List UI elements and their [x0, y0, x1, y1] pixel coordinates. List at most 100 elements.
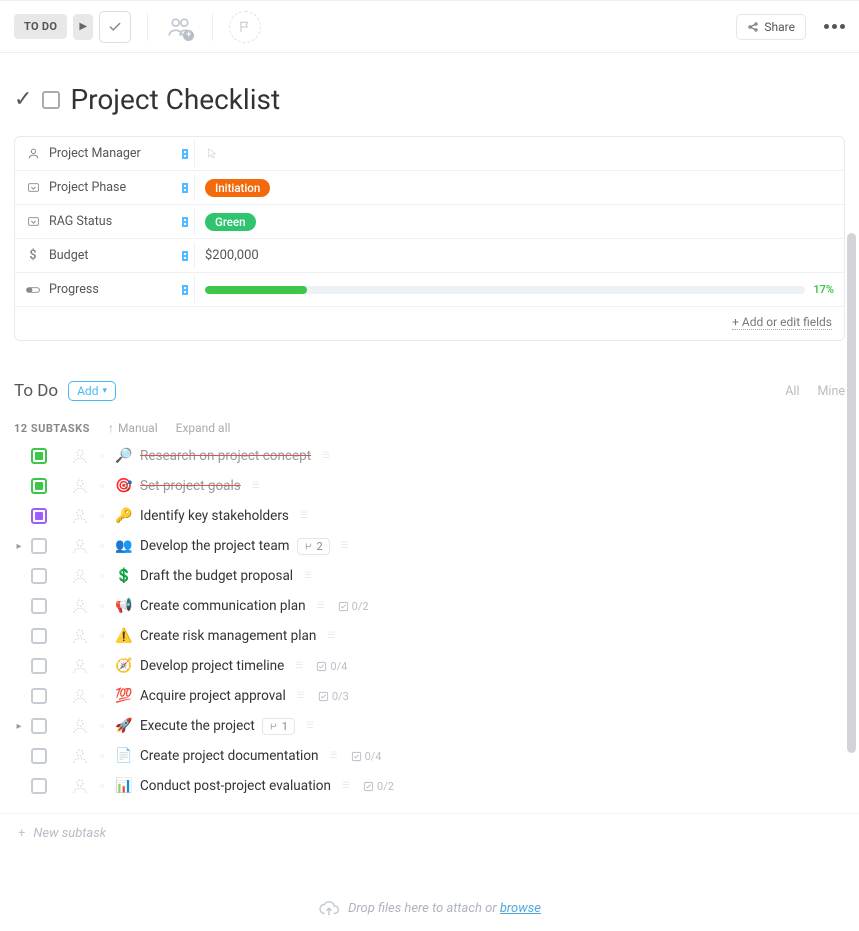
- add-edit-fields-link[interactable]: + Add or edit fields: [732, 315, 832, 330]
- grip-icon[interactable]: [182, 183, 188, 193]
- drag-handle-icon[interactable]: ○: [96, 632, 108, 640]
- drag-handle-icon[interactable]: ○: [96, 662, 108, 670]
- task-row[interactable]: ▸○👥Develop the project team2☰: [8, 531, 851, 561]
- task-checkbox[interactable]: [31, 538, 47, 554]
- add-subtask-button[interactable]: Add ▾: [68, 381, 116, 401]
- expand-toggle[interactable]: ▸: [14, 721, 24, 732]
- task-title[interactable]: Conduct post-project evaluation: [140, 778, 331, 794]
- grip-icon[interactable]: [182, 285, 188, 295]
- assignee-slot[interactable]: [71, 627, 89, 645]
- task-title[interactable]: Identify key stakeholders: [140, 508, 289, 524]
- task-checkbox[interactable]: [31, 658, 47, 674]
- field-row-rag[interactable]: RAG Status Green: [15, 205, 844, 239]
- drag-handle-icon[interactable]: ○: [96, 602, 108, 610]
- drag-handle-icon[interactable]: ○: [96, 572, 108, 580]
- expand-all-button[interactable]: Expand all: [176, 421, 231, 435]
- rag-chip[interactable]: Green: [205, 213, 256, 231]
- expand-toggle[interactable]: ▸: [14, 541, 24, 552]
- drag-handle-icon[interactable]: ○: [96, 692, 108, 700]
- subtask-count-badge[interactable]: 2: [297, 538, 330, 555]
- task-title[interactable]: Create project documentation: [140, 748, 319, 764]
- sort-button[interactable]: ↑ Manual: [108, 421, 158, 435]
- assignee-slot[interactable]: [71, 777, 89, 795]
- phase-chip[interactable]: Initiation: [205, 179, 270, 197]
- checklist-badge[interactable]: 0/2: [363, 780, 394, 793]
- assignee-slot[interactable]: [71, 657, 89, 675]
- drag-handle-icon[interactable]: ○: [96, 482, 108, 490]
- task-title[interactable]: Develop the project team: [140, 538, 290, 554]
- drag-handle-icon[interactable]: ○: [96, 542, 108, 550]
- share-button[interactable]: Share: [736, 14, 806, 40]
- budget-value[interactable]: $200,000: [205, 248, 259, 263]
- grip-icon[interactable]: [182, 251, 188, 261]
- more-menu-button[interactable]: [824, 24, 845, 29]
- field-value-manager[interactable]: [195, 143, 844, 165]
- task-row[interactable]: ○📢Create communication plan☰0/2: [8, 591, 851, 621]
- task-checkbox[interactable]: [31, 718, 47, 734]
- progress-bar[interactable]: [205, 286, 805, 294]
- priority-flag-button[interactable]: [229, 11, 261, 43]
- field-row-manager[interactable]: Project Manager: [15, 137, 844, 171]
- task-title[interactable]: Execute the project: [140, 718, 255, 734]
- checklist-badge[interactable]: 0/4: [316, 660, 347, 673]
- checklist-badge[interactable]: 0/3: [318, 690, 349, 703]
- task-row[interactable]: ○🧭Develop project timeline☰0/4: [8, 651, 851, 681]
- drag-handle-icon[interactable]: ○: [96, 782, 108, 790]
- task-title[interactable]: Acquire project approval: [140, 688, 286, 704]
- task-row[interactable]: ○🔎Research on project concept☰: [8, 441, 851, 471]
- field-row-phase[interactable]: Project Phase Initiation: [15, 171, 844, 205]
- grip-icon[interactable]: [182, 149, 188, 159]
- drag-handle-icon[interactable]: ○: [96, 752, 108, 760]
- task-row[interactable]: ○📊Conduct post-project evaluation☰0/2: [8, 771, 851, 801]
- task-checkbox[interactable]: [31, 628, 47, 644]
- assign-users-button[interactable]: +: [164, 11, 196, 43]
- task-row[interactable]: ○💲Draft the budget proposal☰: [8, 561, 851, 591]
- task-row[interactable]: ▸○🚀Execute the project1☰: [8, 711, 851, 741]
- task-row[interactable]: ○📄Create project documentation☰0/4: [8, 741, 851, 771]
- checklist-badge[interactable]: 0/4: [351, 750, 382, 763]
- status-button[interactable]: TO DO: [14, 14, 67, 39]
- task-checkbox[interactable]: [31, 688, 47, 704]
- scrollbar[interactable]: [847, 233, 856, 753]
- field-row-progress[interactable]: Progress 17%: [15, 273, 844, 307]
- mark-complete-button[interactable]: [99, 11, 131, 43]
- task-checkbox[interactable]: [31, 478, 47, 494]
- assignee-slot[interactable]: [71, 507, 89, 525]
- grip-icon[interactable]: [182, 217, 188, 227]
- filter-all[interactable]: All: [785, 384, 799, 399]
- drag-handle-icon[interactable]: ○: [96, 512, 108, 520]
- task-checkbox[interactable]: [31, 448, 47, 464]
- checklist-badge[interactable]: 0/2: [338, 600, 369, 613]
- drag-handle-icon[interactable]: ○: [96, 722, 108, 730]
- field-row-budget[interactable]: $ Budget $200,000: [15, 239, 844, 273]
- task-row[interactable]: ○🎯Set project goals☰: [8, 471, 851, 501]
- assignee-slot[interactable]: [71, 537, 89, 555]
- task-checkbox[interactable]: [31, 568, 47, 584]
- status-next-button[interactable]: ▶: [73, 14, 93, 40]
- task-checkbox[interactable]: [31, 778, 47, 794]
- task-row[interactable]: ○⚠️Create risk management plan☰: [8, 621, 851, 651]
- task-title[interactable]: Draft the budget proposal: [140, 568, 293, 584]
- page-title[interactable]: Project Checklist: [70, 83, 280, 116]
- task-title[interactable]: Develop project timeline: [140, 658, 284, 674]
- assignee-slot[interactable]: [71, 597, 89, 615]
- assignee-slot[interactable]: [71, 447, 89, 465]
- assignee-slot[interactable]: [71, 567, 89, 585]
- task-checkbox[interactable]: [31, 598, 47, 614]
- assignee-slot[interactable]: [71, 717, 89, 735]
- drag-handle-icon[interactable]: ○: [96, 452, 108, 460]
- task-title[interactable]: Research on project concept: [140, 448, 311, 464]
- attachment-dropzone[interactable]: Drop files here to attach or browse: [0, 885, 859, 931]
- task-row[interactable]: ○🔑Identify key stakeholders☰: [8, 501, 851, 531]
- browse-link[interactable]: browse: [500, 901, 541, 916]
- assignee-slot[interactable]: [71, 747, 89, 765]
- assignee-slot[interactable]: [71, 477, 89, 495]
- task-title[interactable]: Create risk management plan: [140, 628, 316, 644]
- task-title[interactable]: Create communication plan: [140, 598, 306, 614]
- subtask-count-badge[interactable]: 1: [262, 718, 295, 735]
- task-checkbox[interactable]: [31, 508, 47, 524]
- filter-mine[interactable]: Mine: [818, 384, 845, 399]
- task-title[interactable]: Set project goals: [140, 478, 241, 494]
- new-subtask-input[interactable]: + New subtask: [0, 813, 859, 853]
- task-row[interactable]: ○💯Acquire project approval☰0/3: [8, 681, 851, 711]
